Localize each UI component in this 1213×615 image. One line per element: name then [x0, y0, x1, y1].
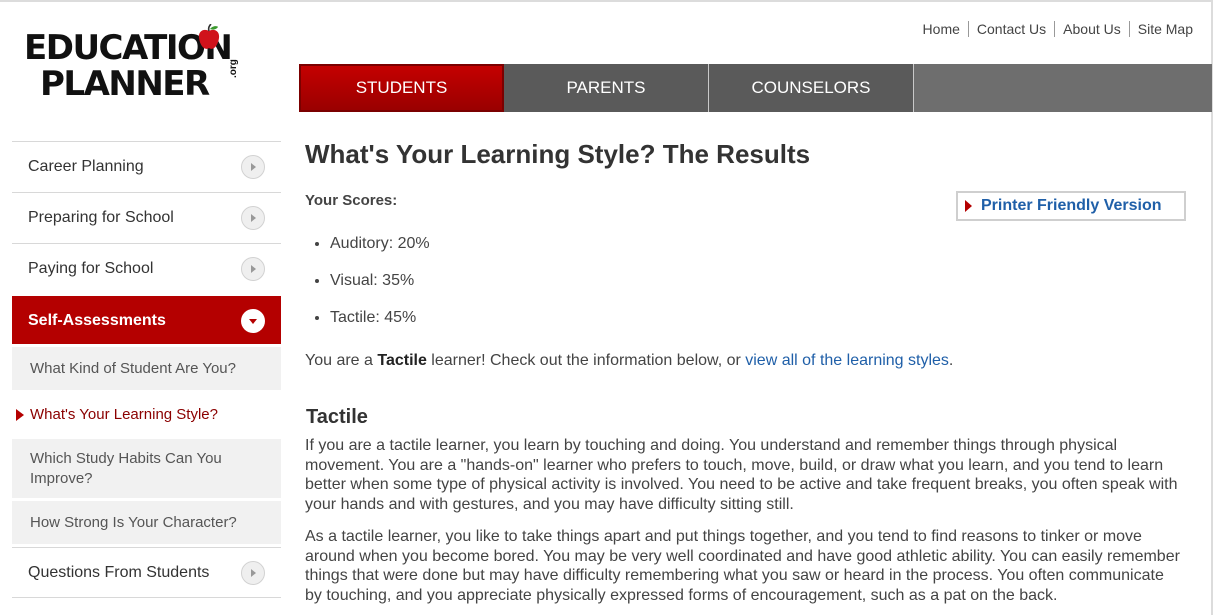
sidebar-item-label: Preparing for School [28, 209, 174, 226]
main-content: What's Your Learning Style? The Results … [305, 138, 1186, 604]
chevron-down-icon [241, 308, 265, 333]
section-title: Tactile [306, 406, 368, 428]
util-link-sitemap[interactable]: Site Map [1128, 21, 1193, 37]
sidebar-item-label: Career Planning [28, 158, 144, 175]
play-arrow-icon [965, 200, 972, 212]
sidebar-item-preparing-for-school[interactable]: Preparing for School [12, 192, 281, 243]
chevron-right-icon [241, 257, 265, 281]
frame-border-top [0, 0, 1213, 2]
summary-mid: learner! Check out the information below… [426, 352, 746, 369]
score-tactile: Tactile: 45% [330, 308, 430, 345]
sidebar-subitem-label: What's Your Learning Style? [30, 406, 218, 423]
printer-friendly-button[interactable]: Printer Friendly Version [956, 191, 1186, 221]
util-link-contact[interactable]: Contact Us [967, 21, 1054, 37]
view-all-styles-link[interactable]: view all of the learning styles [745, 352, 949, 369]
current-arrow-icon [16, 408, 24, 421]
sidebar-item-paying-for-school[interactable]: Paying for School [12, 243, 281, 294]
score-visual: Visual: 35% [330, 271, 430, 308]
result-summary: You are a Tactile learner! Check out the… [305, 352, 953, 370]
sidebar: Career Planning Preparing for School Pay… [12, 141, 281, 598]
summary-end: . [948, 352, 954, 369]
sidebar-subitem-study-habits[interactable]: Which Study Habits Can You Improve? [12, 436, 281, 498]
tab-counselors[interactable]: COUNSELORS [709, 64, 914, 112]
sidebar-subitem-learning-style[interactable]: What's Your Learning Style? [12, 390, 281, 436]
apple-icon [198, 24, 220, 49]
printer-friendly-label: Printer Friendly Version [981, 197, 1162, 214]
nav-filler [914, 64, 1212, 112]
utility-nav: Home Contact Us About Us Site Map [915, 21, 1193, 37]
sidebar-item-label: Paying for School [28, 260, 154, 277]
page-title: What's Your Learning Style? The Results [305, 139, 811, 169]
chevron-right-icon [241, 560, 265, 585]
tactile-paragraph-1: If you are a tactile learner, you learn … [305, 437, 1178, 513]
util-link-home[interactable]: Home [915, 21, 968, 37]
sidebar-item-label: Questions From Students [28, 563, 210, 581]
sidebar-subitem-character[interactable]: How Strong Is Your Character? [12, 498, 281, 544]
sidebar-item-career-planning[interactable]: Career Planning [12, 141, 281, 192]
tab-students[interactable]: STUDENTS [299, 64, 504, 112]
logo-org: .org [228, 59, 239, 78]
chevron-right-icon [241, 206, 265, 230]
sidebar-item-label: Self-Assessments [28, 311, 166, 329]
util-link-about[interactable]: About Us [1054, 21, 1129, 37]
tactile-paragraph-2: As a tactile learner, you like to take t… [305, 528, 1180, 604]
tab-parents[interactable]: PARENTS [504, 64, 709, 112]
summary-style: Tactile [377, 352, 427, 369]
sidebar-subitem-label: Which Study Habits Can You Improve? [30, 449, 222, 487]
site-logo[interactable]: EDUCATION PLANNER .org [24, 24, 264, 112]
chevron-right-icon [241, 155, 265, 179]
sidebar-subitem-student-type[interactable]: What Kind of Student Are You? [12, 344, 281, 390]
sidebar-item-self-assessments[interactable]: Self-Assessments [12, 296, 281, 344]
sidebar-item-questions-from-students[interactable]: Questions From Students [12, 547, 281, 598]
sidebar-subitem-label: What Kind of Student Are You? [30, 360, 236, 377]
scores-list: Auditory: 20% Visual: 35% Tactile: 45% [330, 234, 430, 345]
score-auditory: Auditory: 20% [330, 234, 430, 271]
summary-prefix: You are a [305, 352, 378, 369]
main-nav: STUDENTS PARENTS COUNSELORS [299, 64, 1212, 112]
sidebar-subitem-label: How Strong Is Your Character? [30, 514, 237, 531]
scores-label: Your Scores: [305, 192, 398, 209]
